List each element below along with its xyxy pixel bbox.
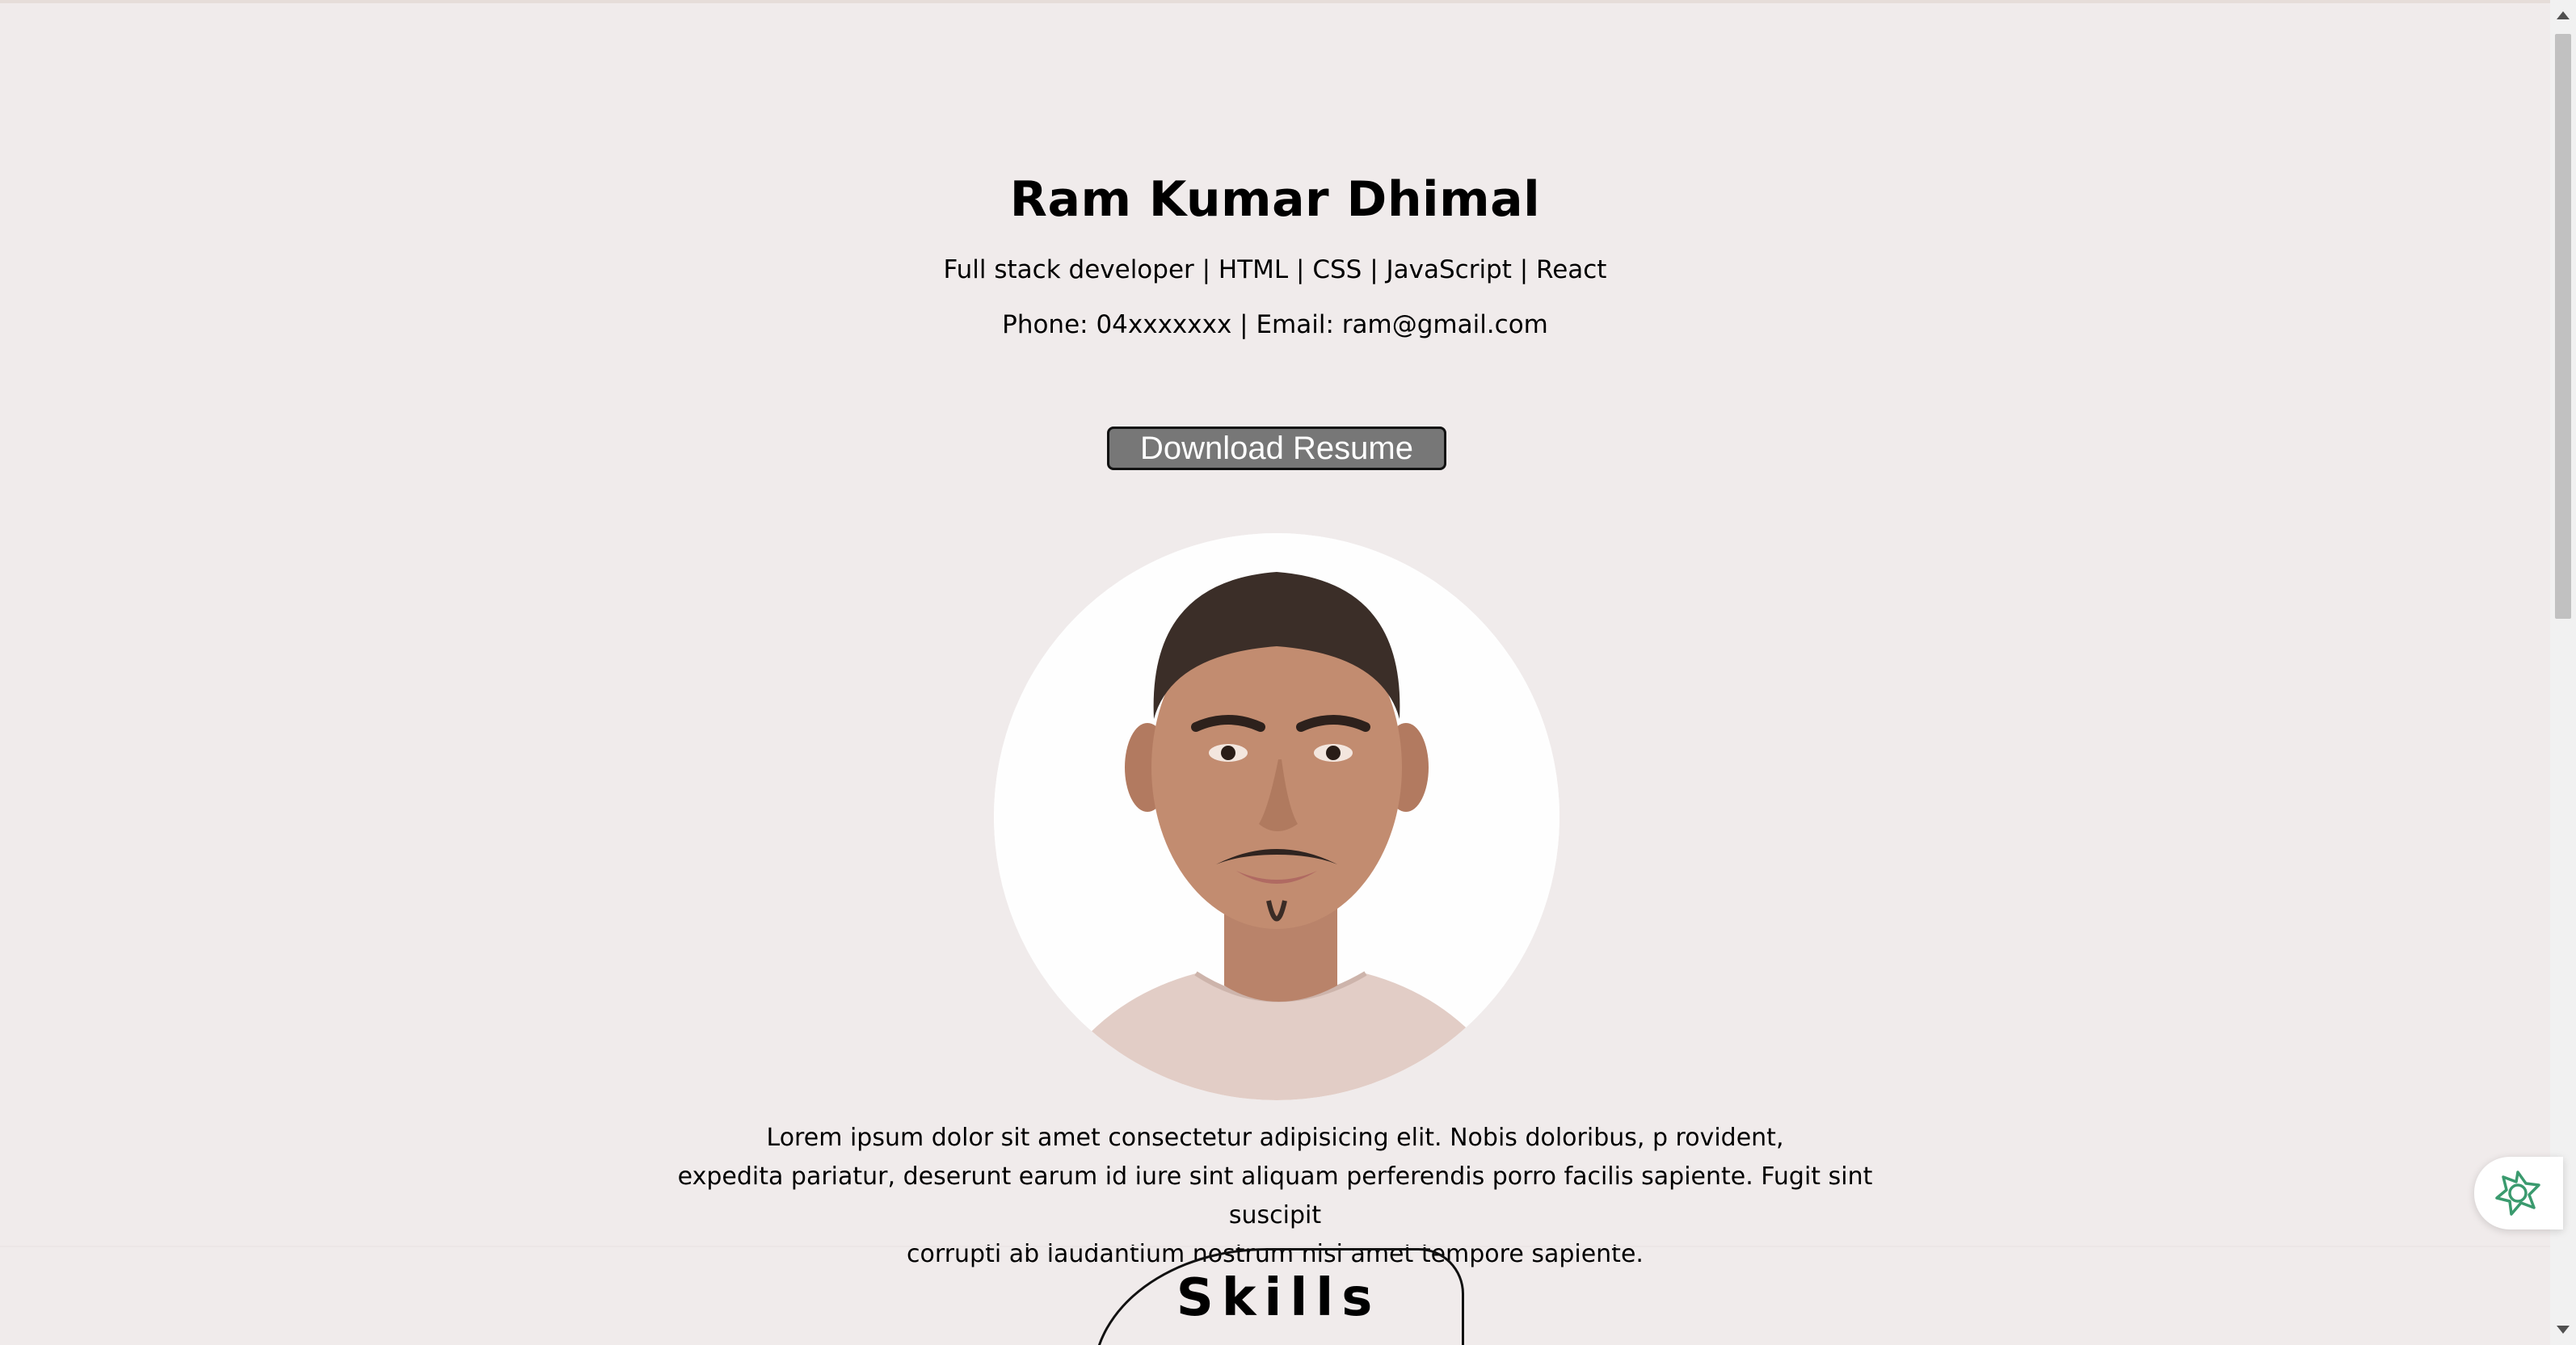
vertical-scrollbar[interactable] [2550, 0, 2576, 1345]
about-line-1: Lorem ipsum dolor sit amet consectetur a… [766, 1124, 1784, 1152]
about-line-2: expedita pariatur, deserunt earum id iur… [677, 1162, 1873, 1229]
section-divider [0, 1246, 2550, 1247]
profile-name: Ram Kumar Dhimal [1009, 171, 1541, 228]
skills-heading: Skills [1176, 1268, 1381, 1328]
assistant-widget-button[interactable] [2474, 1157, 2563, 1229]
profile-contact: Phone: 04xxxxxxx | Email: ram@gmail.com [1002, 310, 1548, 339]
scroll-thumb[interactable] [2555, 34, 2571, 619]
download-resume-button[interactable]: Download Resume [1107, 427, 1446, 470]
assistant-knot-icon [2495, 1171, 2540, 1216]
resume-content: Ram Kumar Dhimal Full stack developer | … [0, 0, 2550, 1345]
profile-photo [994, 533, 1559, 1100]
page: Ram Kumar Dhimal Full stack developer | … [0, 0, 2576, 1345]
scroll-up-arrow-icon[interactable] [2557, 11, 2570, 19]
scroll-down-arrow-icon[interactable] [2557, 1326, 2570, 1334]
profile-role: Full stack developer | HTML | CSS | Java… [943, 255, 1607, 284]
